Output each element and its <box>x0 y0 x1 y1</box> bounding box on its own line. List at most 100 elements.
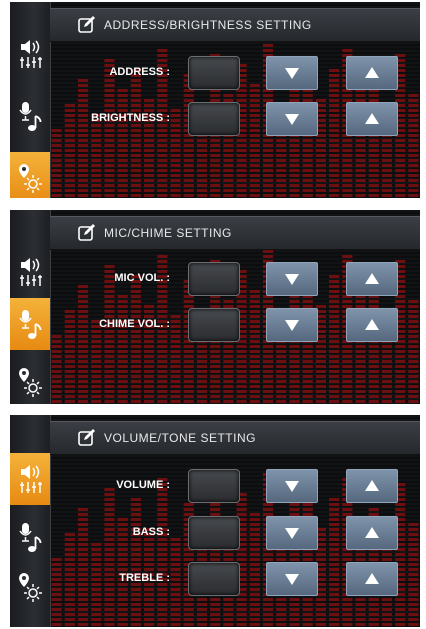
address-down-button[interactable] <box>266 56 318 90</box>
equalizer-bar-segment <box>117 89 128 92</box>
equalizer-bar-segment <box>342 255 353 258</box>
equalizer-bar-segment <box>329 114 340 117</box>
equalizer-bar-segment <box>157 179 168 182</box>
mic-vol-up-button[interactable] <box>346 262 398 296</box>
equalizer-bar-segment <box>395 508 406 511</box>
equalizer-bar-segment <box>236 385 247 388</box>
equalizer-bar-segment <box>408 94 419 97</box>
equalizer-bar-segment <box>130 360 141 363</box>
equalizer-bar-segment <box>302 159 313 162</box>
equalizer-bar-segment <box>223 390 234 393</box>
address-up-button[interactable] <box>346 56 398 90</box>
equalizer-bar-segment <box>315 350 326 353</box>
equalizer-bar-segment <box>157 49 168 52</box>
volume-up-button[interactable] <box>346 469 398 503</box>
equalizer-bar-segment <box>51 568 62 571</box>
equalizer-bar-segment <box>51 558 62 561</box>
equalizer-bar-segment <box>408 184 419 187</box>
tab-address-brightness[interactable] <box>10 561 50 613</box>
equalizer-bar-segment <box>170 548 181 551</box>
tab-volume-tone[interactable] <box>10 453 50 505</box>
down-triangle-icon <box>284 66 300 80</box>
equalizer-bar-segment <box>210 164 221 167</box>
equalizer-bar-segment <box>104 360 115 363</box>
equalizer-bar-segment <box>64 365 75 368</box>
equalizer-bar-segment <box>210 300 221 303</box>
equalizer-bar-segment <box>210 508 221 511</box>
equalizer-bar-segment <box>104 623 115 626</box>
equalizer-bar-segment <box>64 330 75 333</box>
equalizer-bar-segment <box>329 119 340 122</box>
equalizer-bar-segment <box>104 608 115 611</box>
equalizer-bar-segment <box>368 345 379 348</box>
equalizer-bar-segment <box>170 400 181 403</box>
equalizer-bar-segment <box>183 164 194 167</box>
treble-down-button[interactable] <box>266 562 318 596</box>
equalizer-bar-segment <box>77 300 89 303</box>
brightness-up-button[interactable] <box>346 102 398 136</box>
equalizer-bar-segment <box>104 159 115 162</box>
equalizer-bar-segment <box>144 154 155 157</box>
chime-vol-up-button[interactable] <box>346 308 398 342</box>
equalizer-bar-segment <box>329 285 340 288</box>
equalizer-bar-segment <box>144 558 155 561</box>
tab-address-brightness[interactable] <box>10 152 50 198</box>
bass-up-button[interactable] <box>346 516 398 550</box>
equalizer-bar-segment <box>315 375 326 378</box>
equalizer-bar-segment <box>130 618 141 621</box>
tab-volume-tone[interactable] <box>10 28 50 80</box>
equalizer-bar-segment <box>51 593 62 596</box>
equalizer-bar-segment <box>91 154 102 157</box>
equalizer-bar-segment <box>91 189 102 192</box>
down-triangle-icon <box>284 572 300 586</box>
volume-down-button[interactable] <box>266 469 318 503</box>
equalizer-bar-segment <box>395 380 406 383</box>
equalizer-bar-segment <box>196 608 208 611</box>
tab-mic-chime[interactable] <box>10 90 50 142</box>
equalizer-bar-segment <box>210 154 221 157</box>
up-triangle-icon <box>364 479 380 493</box>
equalizer-bar-segment <box>144 538 155 541</box>
equalizer-bar-segment <box>51 174 62 177</box>
equalizer-bar-segment <box>91 623 102 626</box>
mic-vol-down-button[interactable] <box>266 262 318 296</box>
brightness-down-button[interactable] <box>266 102 318 136</box>
equalizer-bar-segment <box>262 169 274 172</box>
equalizer-bar-segment <box>329 380 340 383</box>
equalizer-bar-segment <box>51 360 62 363</box>
equalizer-bar-segment <box>315 179 326 182</box>
tab-mic-chime[interactable] <box>10 511 50 563</box>
equalizer-bar-segment <box>315 385 326 388</box>
equalizer-bar-segment <box>276 159 287 162</box>
equalizer-bar-segment <box>91 124 102 127</box>
microphone-note-icon <box>17 309 43 339</box>
equalizer-bar-segment <box>196 345 208 348</box>
page-title: MIC/CHIME SETTING <box>104 226 232 240</box>
equalizer-bar-segment <box>183 94 194 97</box>
equalizer-bar-segment <box>130 169 141 172</box>
chime-vol-down-button[interactable] <box>266 308 318 342</box>
equalizer-bar-segment <box>289 164 300 167</box>
equalizer-bar-segment <box>144 400 155 403</box>
equalizer-bar-segment <box>183 174 194 177</box>
equalizer-bar-segment <box>381 613 393 616</box>
equalizer-bar-segment <box>104 365 115 368</box>
equalizer-bar-segment <box>51 400 62 403</box>
equalizer-bar-segment <box>130 310 141 313</box>
bass-down-button[interactable] <box>266 516 318 550</box>
tab-mic-chime[interactable] <box>10 298 50 350</box>
equalizer-bar-segment <box>170 578 181 581</box>
equalizer-bar-segment <box>144 310 155 313</box>
tab-address-brightness[interactable] <box>10 356 50 404</box>
equalizer-bar-segment <box>342 144 353 147</box>
equalizer-bar-segment <box>315 174 326 177</box>
equalizer-bar-segment <box>170 375 181 378</box>
treble-up-button[interactable] <box>346 562 398 596</box>
tab-volume-tone[interactable] <box>10 246 50 298</box>
equalizer-bar-segment <box>381 184 393 187</box>
equalizer-bar-segment <box>130 285 141 288</box>
equalizer-bar-segment <box>51 179 62 182</box>
equalizer-bar-segment <box>104 518 115 521</box>
equalizer-bar-segment <box>130 179 141 182</box>
equalizer-bar-segment <box>262 603 274 606</box>
